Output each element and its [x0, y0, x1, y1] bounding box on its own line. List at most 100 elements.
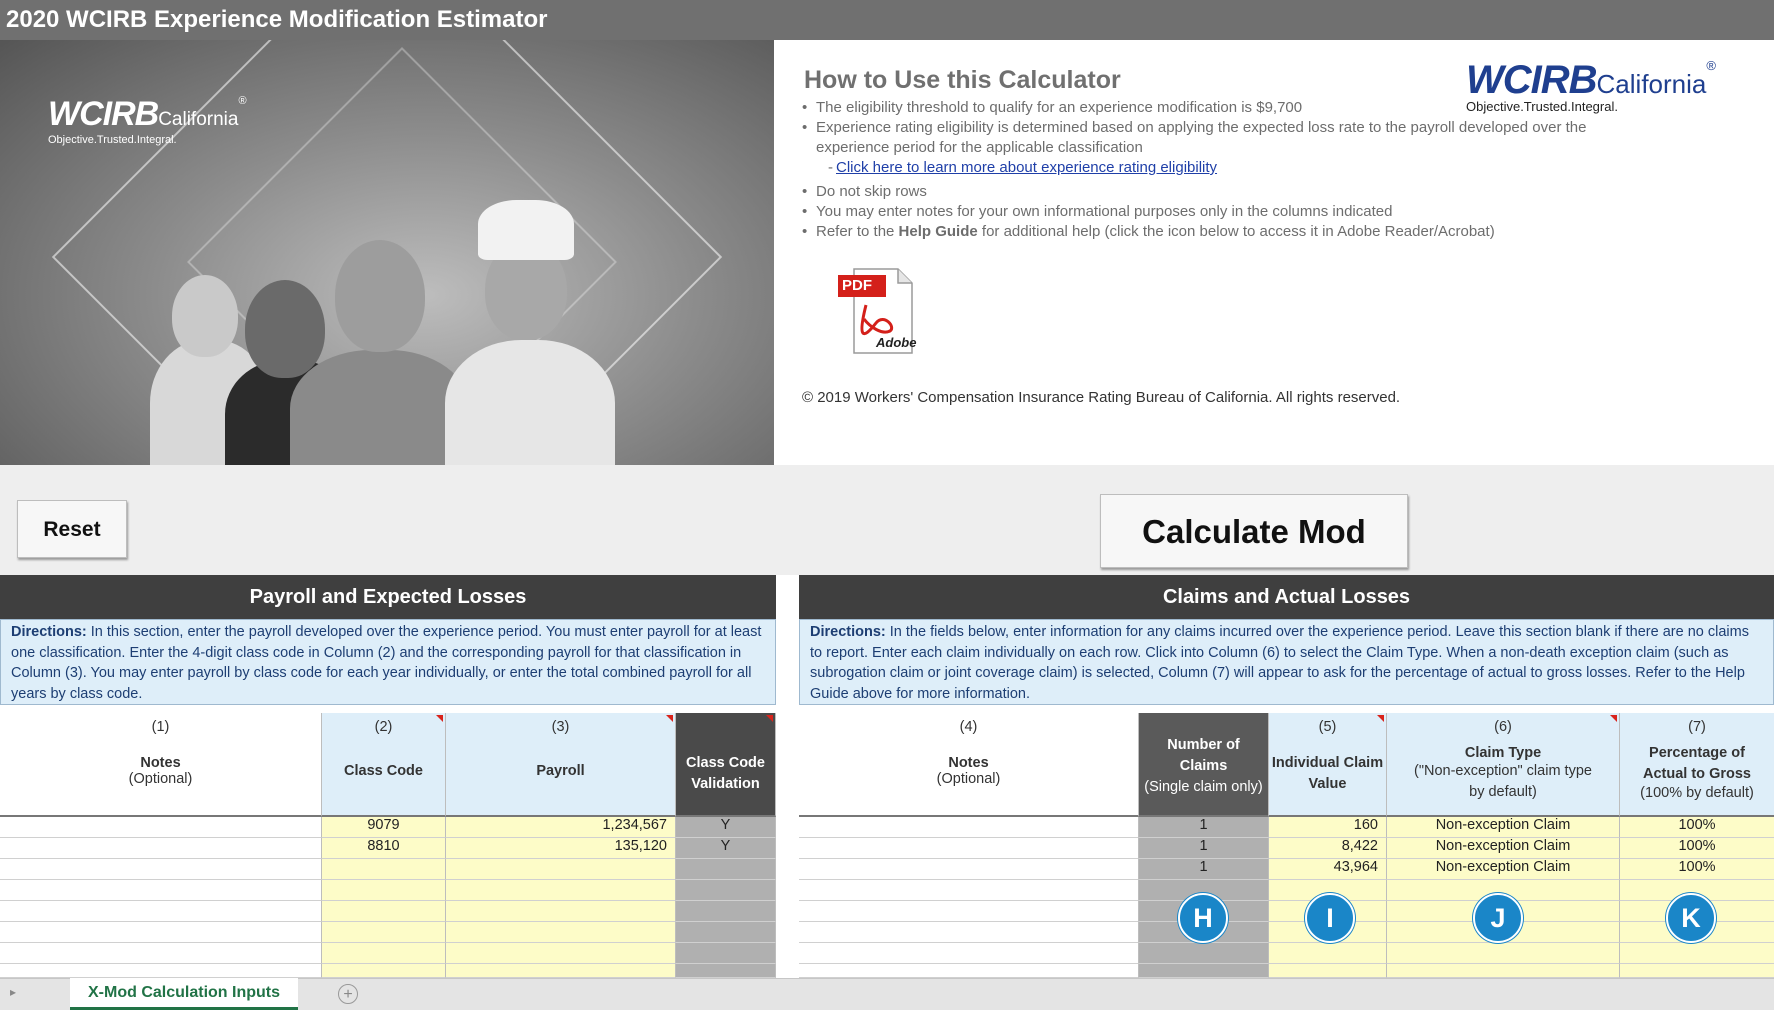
sheet-nav-arrow-icon[interactable]: ▸	[10, 985, 16, 999]
payroll-cell[interactable]	[446, 964, 676, 978]
claims-directions: Directions: In the fields below, enter i…	[799, 619, 1774, 705]
validation-cell: Y	[676, 838, 776, 859]
col-header-claim-value: (5) Individual Claim Value	[1269, 713, 1387, 817]
col-label: Notes	[140, 755, 181, 771]
validation-cell	[676, 964, 776, 978]
claim-type-cell[interactable]	[1387, 964, 1620, 978]
col-label: Percentage of Actual to Gross	[1643, 745, 1751, 782]
marker-h: H	[1178, 893, 1228, 943]
logo-main: WCIRB	[1466, 58, 1598, 102]
percentage-cell[interactable]: 100%	[1620, 859, 1774, 880]
validation-cell: Y	[676, 817, 776, 838]
claim-notes-cell[interactable]	[799, 838, 1139, 859]
claim-type-cell[interactable]: Non-exception Claim	[1387, 859, 1620, 880]
notes-cell[interactable]	[0, 922, 322, 943]
percentage-cell[interactable]	[1620, 964, 1774, 978]
notes-cell[interactable]	[0, 838, 322, 859]
directions-label: Directions:	[810, 624, 886, 640]
marker-k: K	[1666, 893, 1716, 943]
howto-item: Experience rating eligibility is determi…	[800, 118, 1660, 158]
payroll-cell[interactable]	[446, 880, 676, 901]
claim-notes-cell[interactable]	[799, 817, 1139, 838]
claim-notes-cell[interactable]	[799, 964, 1139, 978]
class-code-cell[interactable]	[322, 964, 446, 978]
howto-item-help: Refer to the Help Guide for additional h…	[800, 222, 1660, 242]
col-sub: (Optional)	[936, 771, 1001, 787]
col-header-class-code: (2) Class Code	[322, 713, 446, 817]
reset-button[interactable]: Reset	[17, 500, 127, 558]
calculate-mod-button[interactable]: Calculate Mod	[1100, 494, 1408, 568]
hero-logo-main: WCIRB	[48, 95, 159, 133]
claim-type-cell[interactable]	[1387, 943, 1620, 964]
claim-value-cell[interactable]	[1269, 943, 1387, 964]
claim-value-cell[interactable]: 8,422	[1269, 838, 1387, 859]
help-guide-label: Help Guide	[898, 223, 978, 240]
howto-list: The eligibility threshold to qualify for…	[800, 98, 1660, 242]
class-code-cell[interactable]: 9079	[322, 817, 446, 838]
claim-notes-cell[interactable]	[799, 943, 1139, 964]
class-code-cell[interactable]	[322, 943, 446, 964]
claim-notes-cell[interactable]	[799, 859, 1139, 880]
col-header-validation: Class Code Validation	[676, 713, 776, 817]
payroll-cell[interactable]	[446, 922, 676, 943]
col-num: (1)	[151, 719, 170, 735]
validation-cell	[676, 922, 776, 943]
col-sub: (Optional)	[128, 771, 193, 787]
claim-notes-cell[interactable]	[799, 880, 1139, 901]
notes-cell[interactable]	[0, 964, 322, 978]
payroll-cell[interactable]: 1,234,567	[446, 817, 676, 838]
percentage-cell[interactable]	[1620, 943, 1774, 964]
col-label: Notes	[948, 755, 989, 771]
notes-cell[interactable]	[0, 943, 322, 964]
claim-type-cell[interactable]: Non-exception Claim	[1387, 817, 1620, 838]
person-head	[245, 280, 325, 378]
button-band	[0, 465, 1774, 575]
col-sub: ("Non-exception" claim type by default)	[1414, 763, 1592, 800]
directions-text: In this section, enter the payroll devel…	[11, 624, 762, 702]
comment-indicator-icon	[1610, 715, 1617, 722]
claim-value-cell[interactable]: 160	[1269, 817, 1387, 838]
number-of-claims-cell: 1	[1139, 838, 1269, 859]
validation-cell	[676, 880, 776, 901]
validation-cell	[676, 901, 776, 922]
claim-value-cell[interactable]: 43,964	[1269, 859, 1387, 880]
claim-notes-cell[interactable]	[799, 901, 1139, 922]
pdf-icon[interactable]: PDF Adobe	[836, 265, 916, 357]
col-label: Claim Type	[1464, 745, 1542, 761]
hero-logo-tag: Objective.Trusted.Integral.	[48, 134, 177, 146]
notes-cell[interactable]	[0, 880, 322, 901]
claim-value-cell[interactable]	[1269, 964, 1387, 978]
notes-cell[interactable]	[0, 859, 322, 880]
percentage-cell[interactable]: 100%	[1620, 817, 1774, 838]
payroll-cell[interactable]	[446, 859, 676, 880]
logo-reg: ®	[1706, 58, 1716, 73]
class-code-cell[interactable]	[322, 859, 446, 880]
marker-i: I	[1305, 893, 1355, 943]
class-code-cell[interactable]	[322, 901, 446, 922]
person-body	[290, 350, 470, 465]
class-code-cell[interactable]	[322, 880, 446, 901]
notes-cell[interactable]	[0, 817, 322, 838]
howto-title: How to Use this Calculator	[804, 66, 1121, 94]
col-num: (5)	[1318, 719, 1337, 735]
col-label: Number of Claims	[1167, 737, 1240, 774]
col-num: (6)	[1494, 719, 1512, 735]
howto-item: You may enter notes for your own informa…	[800, 202, 1660, 222]
class-code-cell[interactable]	[322, 922, 446, 943]
add-sheet-icon[interactable]: +	[338, 984, 358, 1004]
claim-type-cell[interactable]: Non-exception Claim	[1387, 838, 1620, 859]
hero-image: WCIRBCalifornia ® Objective.Trusted.Integ…	[0, 40, 774, 465]
eligibility-link[interactable]: Click here to learn more about experienc…	[836, 159, 1217, 176]
comment-indicator-icon	[666, 715, 673, 722]
class-code-cell[interactable]: 8810	[322, 838, 446, 859]
payroll-cell[interactable]	[446, 943, 676, 964]
payroll-cell[interactable]	[446, 901, 676, 922]
sheet-tab-xmod-inputs[interactable]: X-Mod Calculation Inputs	[70, 978, 298, 1010]
payroll-cell[interactable]: 135,120	[446, 838, 676, 859]
claim-notes-cell[interactable]	[799, 922, 1139, 943]
howto-item: Do not skip rows	[800, 182, 1660, 202]
notes-cell[interactable]	[0, 901, 322, 922]
table-gap	[776, 713, 799, 978]
percentage-cell[interactable]: 100%	[1620, 838, 1774, 859]
col-num: (4)	[959, 719, 978, 735]
